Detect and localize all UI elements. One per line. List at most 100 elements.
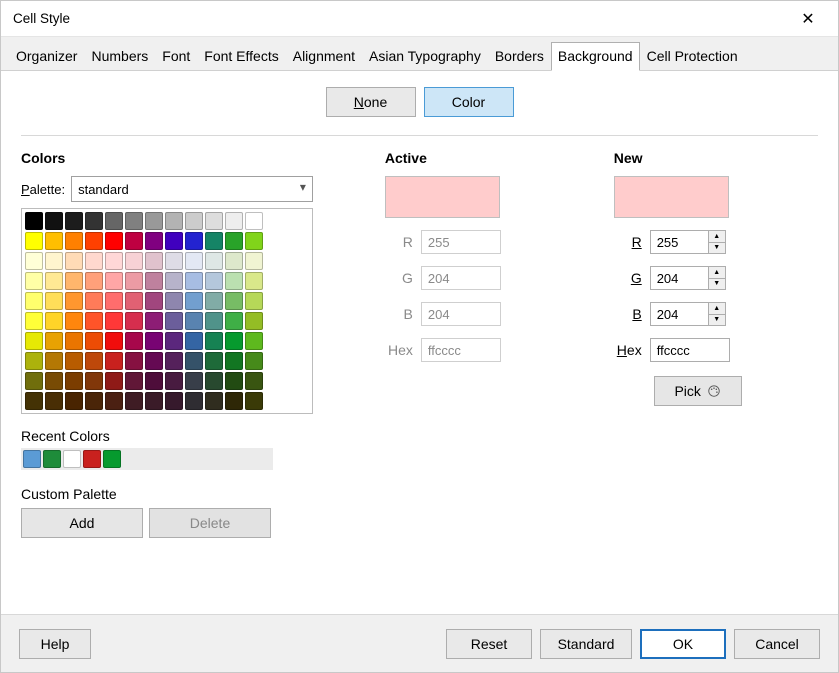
- tab-alignment[interactable]: Alignment: [286, 42, 362, 71]
- pick-button[interactable]: Pick: [654, 376, 742, 406]
- color-swatch[interactable]: [125, 252, 143, 270]
- color-swatch[interactable]: [165, 232, 183, 250]
- color-swatch[interactable]: [105, 312, 123, 330]
- color-swatch[interactable]: [45, 272, 63, 290]
- color-swatch[interactable]: [165, 372, 183, 390]
- color-swatch[interactable]: [185, 352, 203, 370]
- color-swatch[interactable]: [85, 332, 103, 350]
- color-swatch[interactable]: [185, 252, 203, 270]
- color-swatch[interactable]: [85, 212, 103, 230]
- color-swatch[interactable]: [225, 332, 243, 350]
- color-swatch[interactable]: [45, 352, 63, 370]
- tab-cell-protection[interactable]: Cell Protection: [640, 42, 745, 71]
- color-swatch[interactable]: [85, 352, 103, 370]
- color-swatch[interactable]: [185, 392, 203, 410]
- spin-icons[interactable]: ▲▼: [708, 302, 726, 326]
- tab-background[interactable]: Background: [551, 42, 640, 71]
- color-swatch[interactable]: [105, 372, 123, 390]
- color-swatch[interactable]: [25, 312, 43, 330]
- close-icon[interactable]: ✕: [788, 5, 828, 33]
- cancel-button[interactable]: Cancel: [734, 629, 820, 659]
- color-swatch[interactable]: [85, 392, 103, 410]
- color-swatch[interactable]: [205, 272, 223, 290]
- color-swatch[interactable]: [245, 292, 263, 310]
- recent-swatch[interactable]: [43, 450, 61, 468]
- new-r-value[interactable]: 255: [650, 230, 708, 254]
- color-swatch[interactable]: [85, 232, 103, 250]
- new-b-value[interactable]: 204: [650, 302, 708, 326]
- color-swatch[interactable]: [245, 272, 263, 290]
- color-swatch[interactable]: [185, 332, 203, 350]
- color-swatch[interactable]: [225, 372, 243, 390]
- color-swatch[interactable]: [65, 352, 83, 370]
- color-swatch[interactable]: [65, 212, 83, 230]
- color-swatch[interactable]: [105, 272, 123, 290]
- color-swatch[interactable]: [245, 352, 263, 370]
- color-swatch[interactable]: [145, 392, 163, 410]
- color-swatch[interactable]: [145, 352, 163, 370]
- color-swatch[interactable]: [225, 232, 243, 250]
- color-swatch[interactable]: [245, 372, 263, 390]
- new-b-spin[interactable]: 204 ▲▼: [650, 302, 726, 326]
- color-swatch[interactable]: [205, 212, 223, 230]
- color-swatch[interactable]: [225, 312, 243, 330]
- color-swatch[interactable]: [125, 292, 143, 310]
- color-swatch[interactable]: [45, 232, 63, 250]
- color-swatch[interactable]: [245, 392, 263, 410]
- ok-button[interactable]: OK: [640, 629, 726, 659]
- color-swatch[interactable]: [165, 392, 183, 410]
- color-swatch[interactable]: [85, 292, 103, 310]
- color-swatch[interactable]: [25, 292, 43, 310]
- color-swatch[interactable]: [165, 352, 183, 370]
- color-swatch[interactable]: [105, 332, 123, 350]
- recent-swatch[interactable]: [63, 450, 81, 468]
- recent-swatch[interactable]: [103, 450, 121, 468]
- tab-asian-typography[interactable]: Asian Typography: [362, 42, 488, 71]
- color-swatch[interactable]: [205, 392, 223, 410]
- tab-numbers[interactable]: Numbers: [84, 42, 155, 71]
- color-swatch[interactable]: [45, 332, 63, 350]
- color-swatch[interactable]: [225, 352, 243, 370]
- color-swatch[interactable]: [225, 392, 243, 410]
- color-swatch[interactable]: [125, 312, 143, 330]
- color-swatch[interactable]: [205, 252, 223, 270]
- color-swatch[interactable]: [145, 332, 163, 350]
- color-swatch[interactable]: [165, 212, 183, 230]
- color-swatch[interactable]: [165, 252, 183, 270]
- color-swatch[interactable]: [65, 372, 83, 390]
- color-swatch[interactable]: [25, 372, 43, 390]
- color-swatch[interactable]: [225, 212, 243, 230]
- help-button[interactable]: Help: [19, 629, 91, 659]
- color-swatch[interactable]: [105, 292, 123, 310]
- color-swatch[interactable]: [25, 392, 43, 410]
- color-swatch[interactable]: [165, 272, 183, 290]
- color-swatch[interactable]: [145, 292, 163, 310]
- color-swatch[interactable]: [25, 212, 43, 230]
- recent-swatch[interactable]: [83, 450, 101, 468]
- tab-font[interactable]: Font: [155, 42, 197, 71]
- color-swatch[interactable]: [45, 372, 63, 390]
- color-swatch[interactable]: [65, 332, 83, 350]
- new-hex-value[interactable]: ffcccc: [650, 338, 730, 362]
- color-swatch[interactable]: [205, 372, 223, 390]
- color-swatch[interactable]: [105, 212, 123, 230]
- color-swatch[interactable]: [25, 332, 43, 350]
- reset-button[interactable]: Reset: [446, 629, 532, 659]
- color-swatch[interactable]: [65, 252, 83, 270]
- color-swatch[interactable]: [245, 312, 263, 330]
- color-swatch[interactable]: [45, 252, 63, 270]
- new-g-spin[interactable]: 204 ▲▼: [650, 266, 726, 290]
- color-swatch[interactable]: [125, 352, 143, 370]
- color-swatch[interactable]: [185, 312, 203, 330]
- color-swatch[interactable]: [205, 312, 223, 330]
- color-swatch[interactable]: [65, 292, 83, 310]
- color-swatch[interactable]: [145, 312, 163, 330]
- color-swatch[interactable]: [245, 332, 263, 350]
- color-swatch[interactable]: [65, 232, 83, 250]
- color-swatch[interactable]: [185, 372, 203, 390]
- color-swatch[interactable]: [105, 392, 123, 410]
- color-swatch[interactable]: [225, 272, 243, 290]
- color-swatch[interactable]: [225, 252, 243, 270]
- recent-swatch[interactable]: [23, 450, 41, 468]
- color-swatch[interactable]: [105, 252, 123, 270]
